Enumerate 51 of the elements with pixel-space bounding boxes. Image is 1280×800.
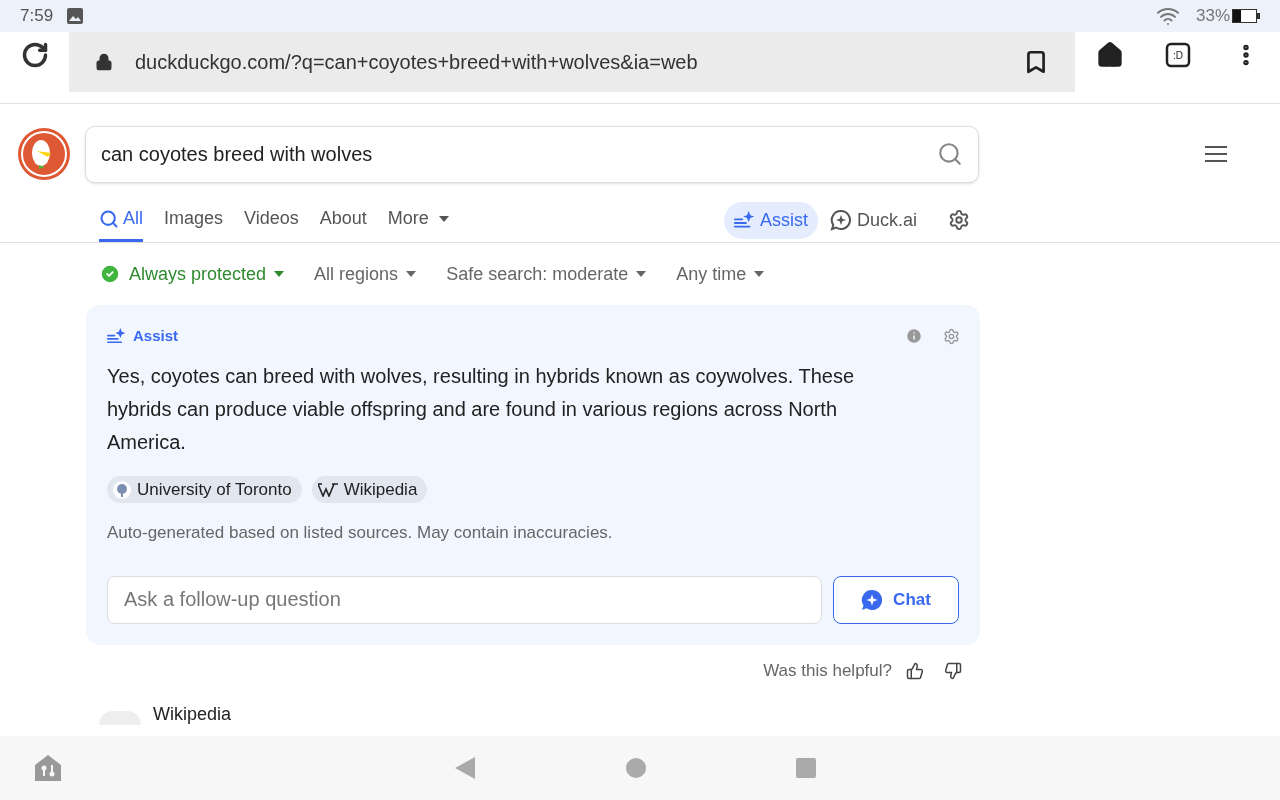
filter-dropdown[interactable]: Any time [676,260,765,288]
search-field[interactable]: can coyotes breed with wolves [85,125,979,183]
feedback-question: Was this helpful? [763,659,892,682]
duck-ai-button[interactable]: Duck.ai [829,201,917,239]
battery-icon [1232,9,1260,23]
search-tab[interactable]: More [387,198,449,242]
wikipedia-w-icon [317,482,338,497]
url-text: duckduckgo.com/?q=can+coyotes+breed+with+wolves&ia=web [135,50,698,75]
home-icon[interactable] [1095,41,1124,69]
sparkle-icon [107,328,127,344]
settings-icon[interactable] [948,209,970,231]
filter-dropdown[interactable]: Always protected [99,260,285,288]
result-source: Wikipedia [153,702,232,725]
info-icon[interactable] [905,327,923,345]
answer-text: Yes, coyotes can breed with wolves, resulting in hybrids known as coywolves. These hybrids can produce viable offspring and are found in various regions across North America. [107,364,856,455]
reload-icon [20,41,49,69]
follow-up-field[interactable]: Ask a follow-up question [107,575,822,624]
check-icon [99,263,121,285]
caret-icon [754,271,765,277]
assist-label: Assist [133,325,179,346]
clock: 7:59 [20,5,54,28]
source-link[interactable]: Wikipedia [311,476,428,503]
search-tab[interactable]: Videos [244,198,299,242]
search-tab[interactable]: About [319,198,367,242]
tab-switcher-icon[interactable]: :D [1165,42,1192,68]
thumbs-down-icon[interactable] [944,661,962,680]
chat-sparkle-icon [829,209,852,231]
disclaimer-text: Auto-generated based on listed sources. May contain inaccuracies. [107,522,614,544]
chat-sparkle-icon [861,588,884,611]
filter-dropdown[interactable]: Safe search: moderate [446,260,647,288]
house-tools-icon[interactable] [33,753,63,783]
assist-button[interactable]: Assist [723,201,818,239]
search-tab[interactable]: All [99,198,143,242]
thumbs-up-icon[interactable] [906,661,924,680]
source-link[interactable]: University of Toronto [107,476,302,503]
filter-dropdown[interactable]: All regions [314,260,417,288]
menu-icon[interactable] [1205,145,1227,163]
lock-icon [95,53,113,71]
duck-logo-icon [17,127,71,181]
sparkle-icon [733,211,756,229]
search-icon[interactable] [937,141,963,167]
search-icon [99,208,119,229]
chat-button[interactable]: Chat [833,575,959,624]
caret-icon [274,271,285,277]
search-text: can coyotes breed with wolves [101,142,374,167]
battery-percent: 33% [1195,5,1230,28]
caret-icon [636,271,647,277]
caret-icon [406,271,417,277]
search-tab[interactable]: Images [164,198,224,242]
image-icon [67,8,84,24]
address-bar[interactable]: duckduckgo.com/?q=can+coyotes+breed+with+wolves&ia=web [69,32,1075,92]
